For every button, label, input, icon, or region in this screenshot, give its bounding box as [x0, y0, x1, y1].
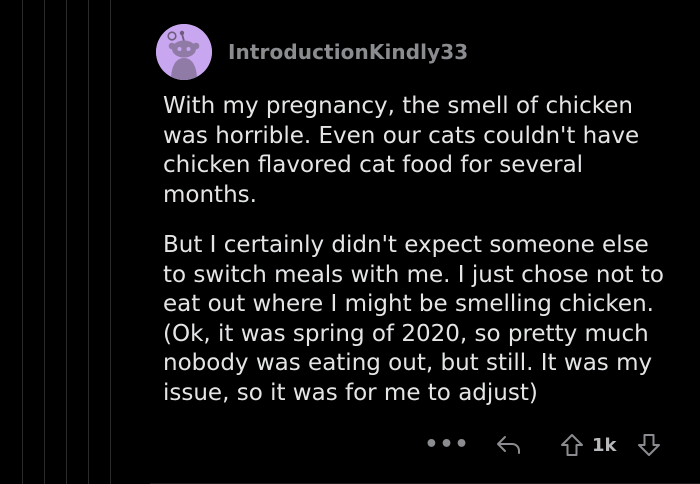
- comment-actions: ••• 1k: [0, 426, 700, 466]
- snoo-avatar-icon: [156, 24, 212, 80]
- comment-body: With my pregnancy, the smell of chicken …: [163, 92, 683, 429]
- downvote-button[interactable]: [634, 430, 664, 460]
- more-button[interactable]: •••: [424, 426, 468, 462]
- thread-line[interactable]: [44, 0, 45, 484]
- upvote-icon: [561, 434, 583, 456]
- thread-line[interactable]: [88, 0, 89, 484]
- thread-line[interactable]: [22, 0, 23, 484]
- reply-button[interactable]: [494, 430, 524, 460]
- comment-author[interactable]: IntroductionKindly33: [228, 40, 468, 64]
- upvote-button[interactable]: [557, 430, 587, 460]
- avatar[interactable]: [156, 24, 212, 80]
- thread-line[interactable]: [110, 0, 111, 484]
- comment-paragraph: But I certainly didn't expect someone el…: [163, 232, 664, 406]
- thread-line[interactable]: [66, 0, 67, 484]
- more-icon: •••: [424, 431, 470, 457]
- vote-count: 1k: [592, 434, 617, 456]
- reply-icon: [497, 436, 520, 454]
- comment-paragraph: With my pregnancy, the smell of chicken …: [163, 93, 640, 208]
- downvote-icon: [638, 434, 660, 456]
